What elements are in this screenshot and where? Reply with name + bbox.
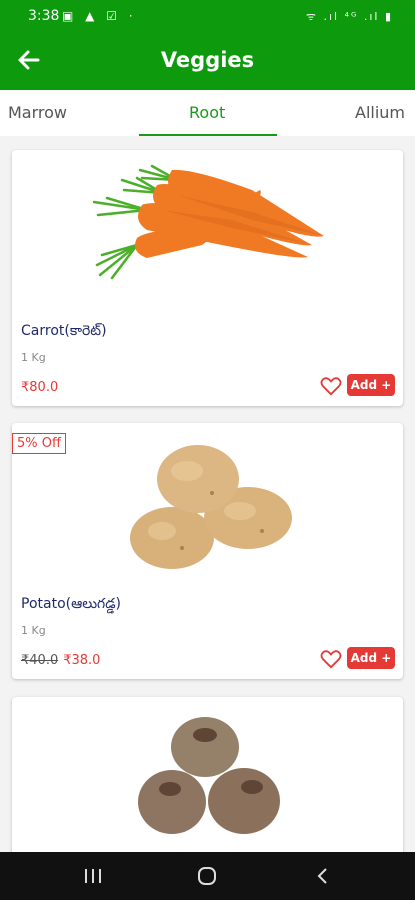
product-name: Potato(ఆలుగడ్డ) — [21, 596, 122, 612]
product-card-potato[interactable]: 5% Off Potato(ఆలుగడ్డ) 1 Kg ₹40.0 ₹38.0 A… — [12, 423, 403, 679]
add-to-cart-button[interactable]: Add + — [347, 374, 395, 396]
carrot-image — [92, 164, 324, 280]
app-bar: Veggies — [0, 32, 415, 90]
home-icon[interactable] — [194, 864, 220, 888]
tab-root[interactable]: Root — [189, 103, 225, 122]
product-quantity: 1 Kg — [21, 624, 46, 637]
product-card-beetroot[interactable] — [12, 697, 403, 857]
status-time: 3:38 — [28, 8, 60, 24]
active-tab-indicator — [139, 134, 277, 136]
product-price: ₹80.0 — [21, 380, 58, 395]
system-nav-bar — [0, 852, 415, 900]
notification-icons: ▣ ▲ ☑ · — [62, 9, 137, 23]
discount-badge: 5% Off — [12, 433, 66, 454]
back-nav-icon[interactable] — [310, 864, 336, 888]
potato-image — [130, 445, 292, 569]
current-price: ₹80.0 — [21, 380, 59, 395]
category-tabs: Marrow Root Allium — [0, 90, 415, 136]
tab-allium[interactable]: Allium — [355, 103, 405, 122]
product-name: Carrot(కారెట్) — [21, 323, 107, 339]
status-bar: 3:38 ▣ ▲ ☑ · ᯤ .ıl ⁴ᴳ .ıl ▮ — [0, 0, 415, 32]
beetroot-image — [138, 717, 280, 834]
recents-icon[interactable] — [80, 864, 106, 888]
wishlist-heart-icon[interactable] — [320, 649, 342, 669]
wishlist-heart-icon[interactable] — [320, 376, 342, 396]
add-to-cart-button[interactable]: Add + — [347, 647, 395, 669]
signal-battery-icons: ᯤ .ıl ⁴ᴳ .ıl ▮ — [305, 10, 393, 23]
product-card-carrot[interactable]: Carrot(కారెట్) 1 Kg ₹80.0 Add + — [12, 150, 403, 406]
product-price: ₹40.0 ₹38.0 — [21, 653, 100, 668]
tab-marrow[interactable]: Marrow — [8, 103, 67, 122]
page-title: Veggies — [160, 48, 255, 72]
product-quantity: 1 Kg — [21, 351, 46, 364]
current-price: ₹38.0 — [63, 653, 101, 668]
original-price: ₹40.0 — [21, 653, 59, 668]
